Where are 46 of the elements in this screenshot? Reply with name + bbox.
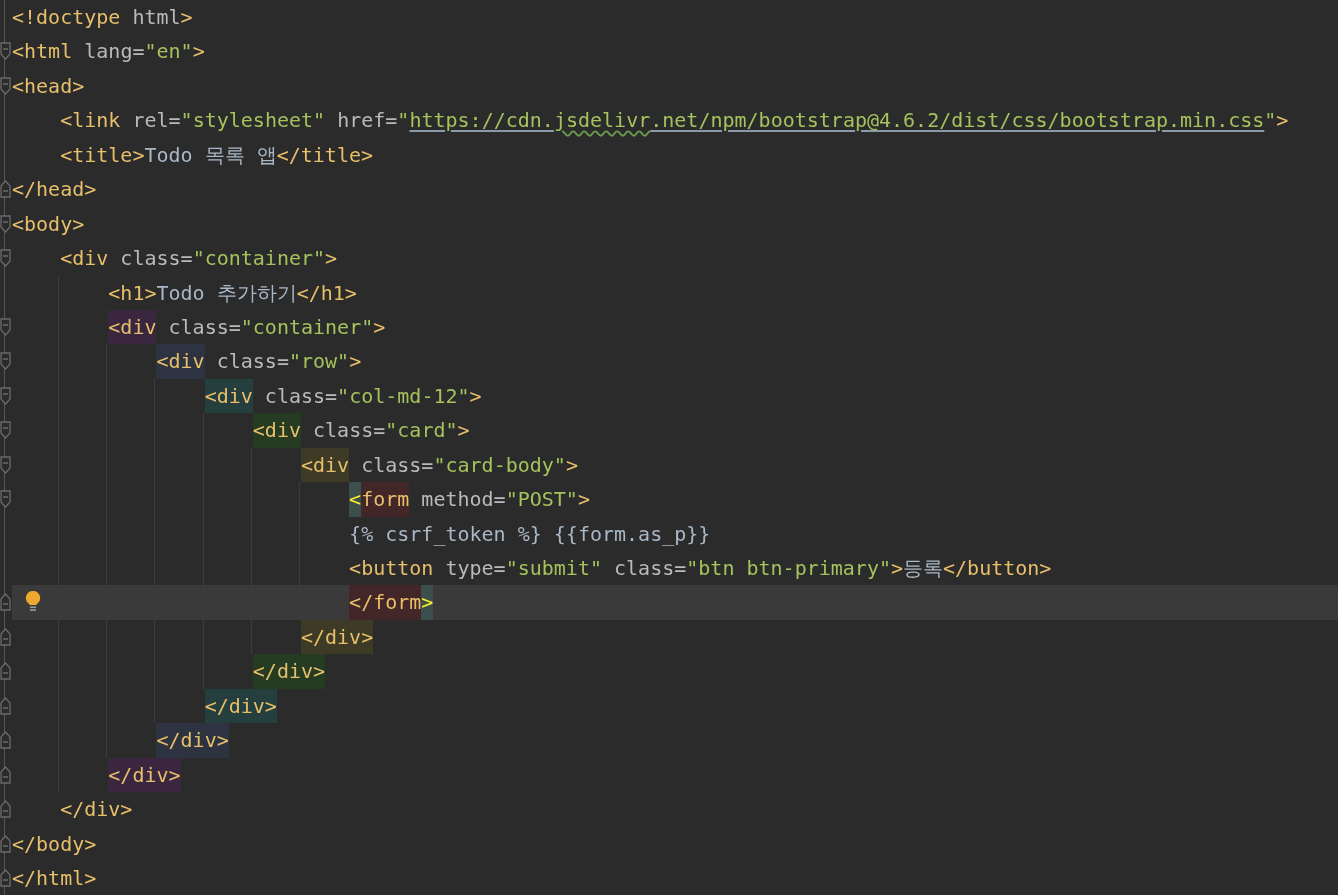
fold-start-icon[interactable] [0, 352, 11, 371]
code-line: <div class="card-body"> [12, 447, 1338, 483]
fold-end-icon[interactable] [0, 765, 11, 784]
code-line: <div class="row"> [12, 344, 1338, 379]
fold-end-icon[interactable] [0, 662, 11, 681]
fold-start-icon[interactable] [0, 421, 11, 440]
code-line: <div class="card"> [12, 413, 1338, 448]
fold-end-icon[interactable] [0, 868, 11, 887]
fold-end-icon[interactable] [0, 731, 11, 750]
code-line: </div> [59, 796, 134, 824]
fold-start-icon[interactable] [0, 386, 11, 405]
code-line: {% csrf_token %} {{form.as_p}} [12, 516, 1338, 551]
code-line: <button type="submit" class="btn btn-primary">등록</button> [12, 551, 1338, 586]
code-line: </body> [12, 830, 98, 858]
code-line: <div class="container"> [12, 309, 1338, 345]
fold-end-icon[interactable] [0, 180, 11, 199]
fold-end-icon[interactable] [0, 696, 11, 715]
code-line: </html> [12, 864, 98, 892]
fold-start-icon[interactable] [0, 214, 11, 233]
code-line: </head> [12, 176, 98, 204]
code-line: <html lang="en"> [12, 38, 206, 66]
fold-start-icon[interactable] [0, 76, 11, 95]
fold-start-icon[interactable] [0, 317, 11, 336]
code-line: </div> [12, 688, 1338, 724]
fold-end-icon[interactable] [0, 834, 11, 853]
code-line: <body> [12, 210, 86, 238]
fold-start-icon[interactable] [0, 490, 11, 509]
fold-end-icon[interactable] [0, 593, 11, 612]
lightbulb-icon[interactable] [25, 590, 41, 613]
fold-start-icon[interactable] [0, 455, 11, 474]
code-line: <form method="POST"> [12, 482, 1338, 517]
code-line: <link rel="stylesheet" href="https://cdn.jsdelivr.net/npm/bootstrap@4.6.2/dist/css/bootstrap.min.css"> [59, 107, 1290, 135]
code-line: <h1>Todo 추가하기</h1> [12, 275, 1338, 310]
code-line: </div> [12, 654, 1338, 689]
code-line: </div> [12, 723, 1338, 758]
code-line: </div> [12, 619, 1338, 655]
fold-end-icon[interactable] [0, 627, 11, 646]
code-line: </div> [12, 757, 1338, 793]
code-line: <head> [12, 72, 86, 100]
code-line: <div class="col-md-12"> [12, 378, 1338, 414]
code-line: <title>Todo 목록 앱</title> [59, 141, 375, 169]
fold-end-icon[interactable] [0, 800, 11, 819]
code-line: <div class="container"> [59, 245, 339, 273]
fold-start-icon[interactable] [0, 42, 11, 61]
code-line: <!doctype html> [12, 4, 194, 31]
fold-start-icon[interactable] [0, 249, 11, 268]
